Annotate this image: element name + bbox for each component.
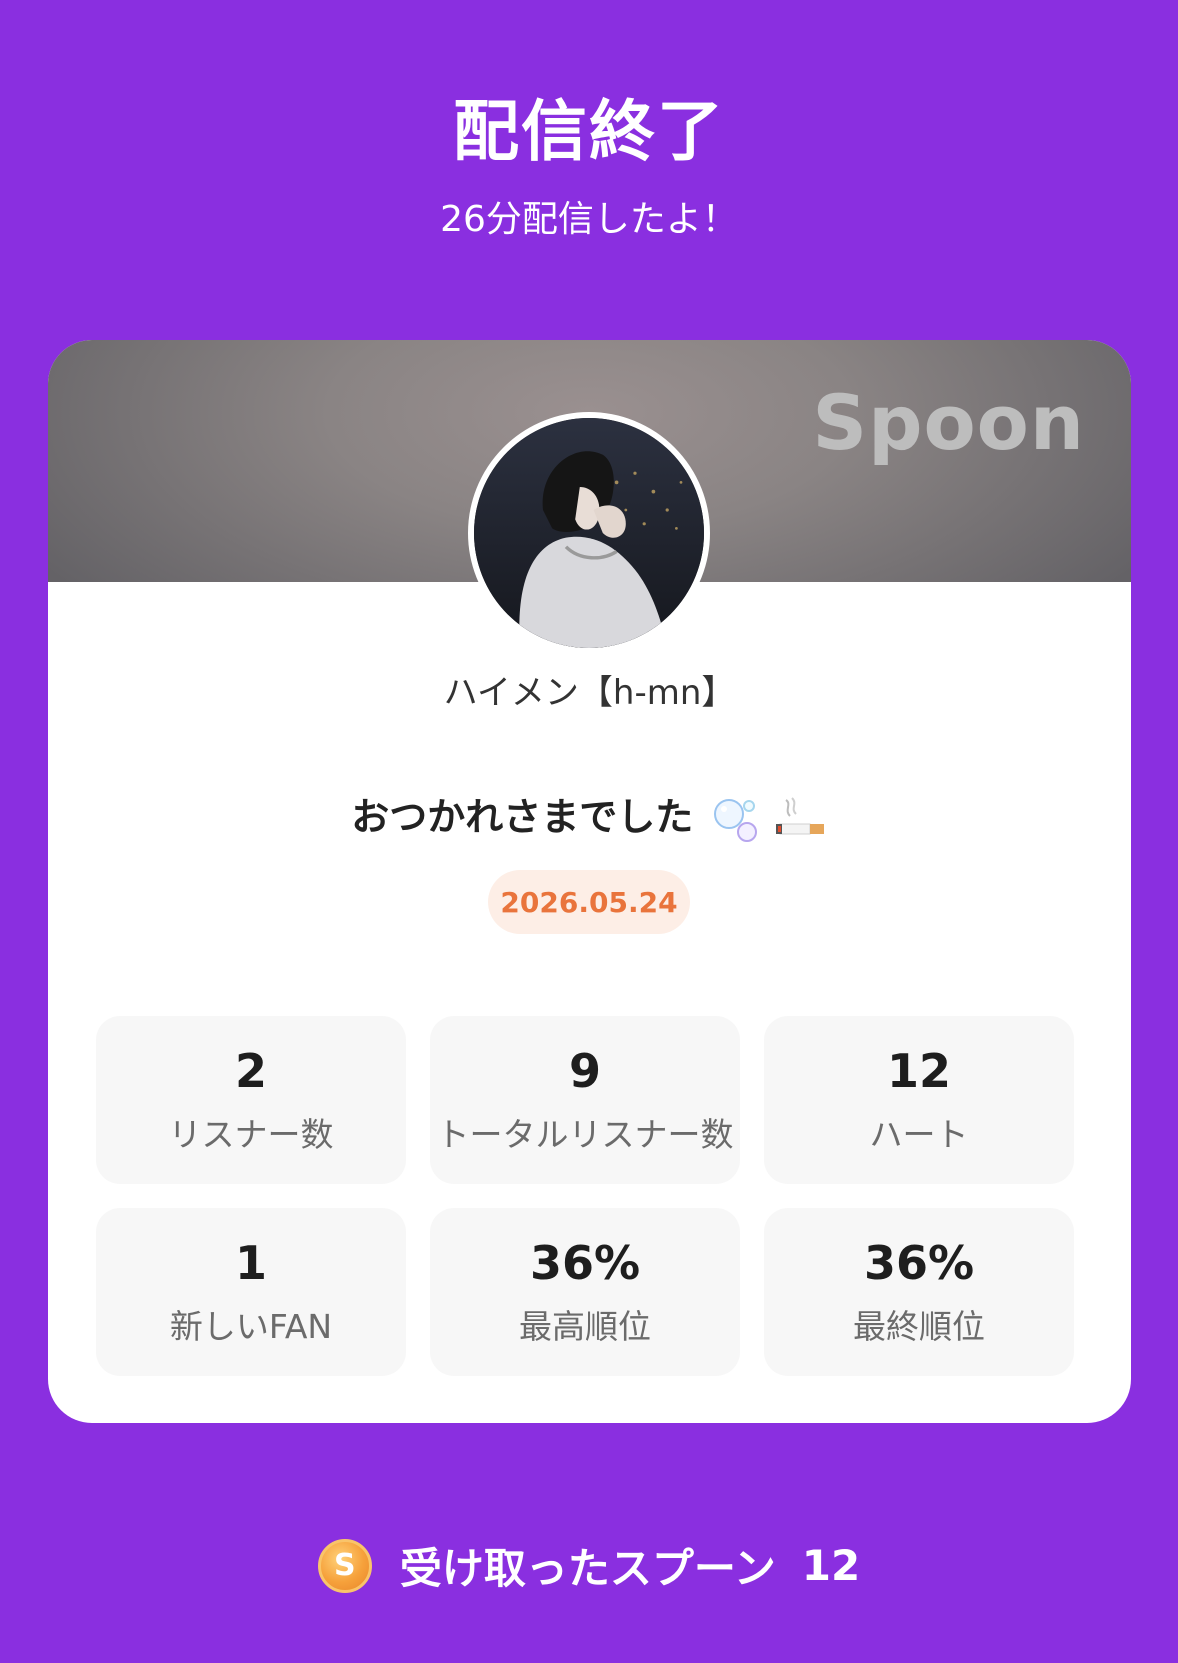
stat-value: 9 <box>568 1044 601 1099</box>
broadcast-duration: 26分配信したよ！ <box>440 199 738 240</box>
broadcast-date: 2026.05.24 <box>488 870 690 934</box>
spoon-coin-icon: S <box>317 1538 372 1593</box>
thanks-message-text: おつかれさまでした <box>351 795 694 839</box>
bubbles-emoji <box>713 798 757 842</box>
received-spoons: S 受け取ったスプーン 12 <box>0 1535 1178 1596</box>
stat-value: 12 <box>886 1044 951 1099</box>
stats-grid: 2 リスナー数 9 トータルリスナー数 12 ハート 1 新しいFAN 36% … <box>96 1016 1074 1376</box>
stat-label: トータルリスナー数 <box>436 1114 734 1154</box>
username: ハイメン【h-mn】 <box>443 673 736 713</box>
thanks-message: おつかれさまでした <box>48 786 1131 844</box>
stat-label: 最終順位 <box>853 1306 985 1346</box>
page-title: 配信終了 <box>453 93 725 170</box>
stat-listeners: 2 リスナー数 <box>96 1016 406 1184</box>
stat-final-rank: 36% 最終順位 <box>764 1208 1074 1376</box>
summary-card: Spoon ハイメン【h-mn】 おつかれさまでした 2026.05.24 2 … <box>48 340 1131 1423</box>
cigarette-emoji <box>775 796 824 834</box>
stat-highest-rank: 36% 最高順位 <box>430 1208 740 1376</box>
stat-label: リスナー数 <box>168 1114 334 1154</box>
stat-value: 36% <box>529 1236 641 1291</box>
avatar[interactable] <box>468 412 710 654</box>
stat-value: 36% <box>863 1236 975 1291</box>
live-end-screen: 配信終了 26分配信したよ！ Spoon ハイメン【h-mn】 おつかれさまでし… <box>0 0 1178 1663</box>
stat-value: 1 <box>234 1236 267 1291</box>
stat-value: 2 <box>234 1044 267 1099</box>
received-spoons-count: 12 <box>801 1541 861 1590</box>
spoon-logo: Spoon <box>812 378 1085 467</box>
stat-hearts: 12 ハート <box>764 1016 1074 1184</box>
stat-label: 新しいFAN <box>169 1306 333 1346</box>
stat-total-listeners: 9 トータルリスナー数 <box>430 1016 740 1184</box>
received-spoons-label: 受け取ったスプーン <box>399 1544 776 1593</box>
stat-label: 最高順位 <box>519 1306 651 1346</box>
stat-label: ハート <box>869 1114 969 1154</box>
stat-new-fans: 1 新しいFAN <box>96 1208 406 1376</box>
